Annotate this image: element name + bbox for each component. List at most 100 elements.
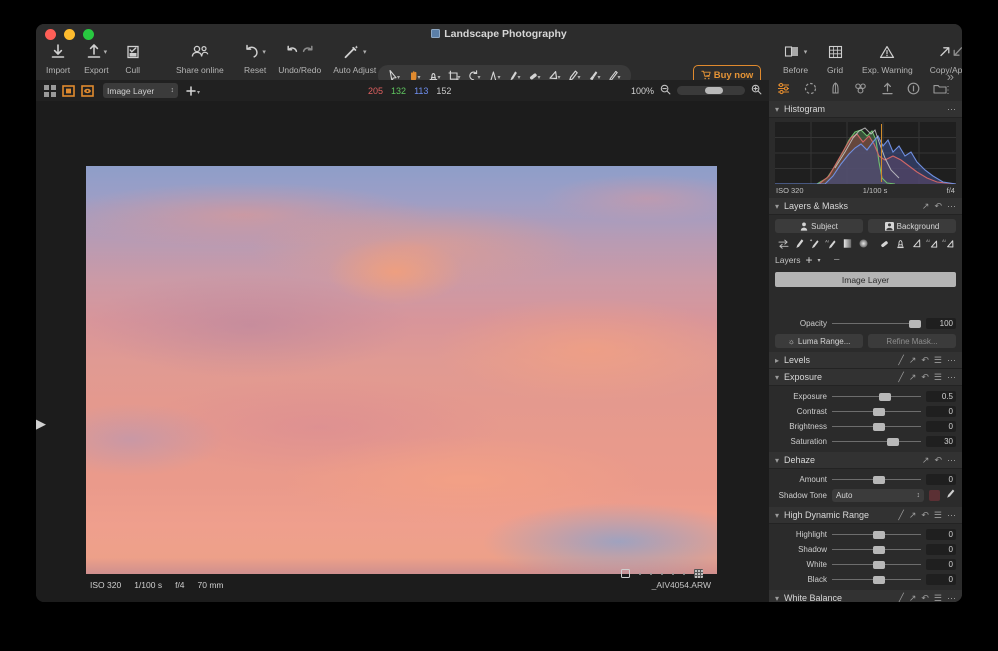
- export-chevron-down-icon[interactable]: ▾: [104, 48, 108, 56]
- section-header-exposure[interactable]: ▾ Exposure ╱ ↗ ↶ ☰ ⋯: [769, 369, 962, 386]
- reset-section-icon[interactable]: ↶: [934, 201, 942, 212]
- toolbar-before[interactable]: ▾ Before: [783, 41, 808, 75]
- more-menu-icon[interactable]: ⋯: [947, 372, 956, 383]
- expand-icon[interactable]: ↗: [922, 455, 930, 466]
- shadow-tone-color-swatch[interactable]: [929, 489, 940, 501]
- shadow-tone-stepper-icon[interactable]: ↕: [917, 492, 921, 499]
- more-menu-icon[interactable]: ⋯: [947, 104, 956, 115]
- slider-knob[interactable]: [872, 423, 885, 431]
- export-panel-icon[interactable]: [881, 82, 894, 100]
- opacity-slider[interactable]: [832, 319, 921, 328]
- slider-value[interactable]: 0: [926, 421, 956, 432]
- toolbar-export[interactable]: ▾ Export: [84, 41, 109, 75]
- presets-icon[interactable]: ☰: [934, 510, 942, 521]
- zoom-out-icon[interactable]: [660, 82, 671, 100]
- slider-knob[interactable]: [872, 561, 885, 569]
- section-header-layers-masks[interactable]: ▾ Layers & Masks ↗ ↶ ⋯: [769, 198, 962, 215]
- filmstrip-indicator[interactable]: [621, 569, 703, 578]
- grid-view-icon[interactable]: [44, 84, 56, 97]
- ai-luminosity-mask-icon[interactable]: AI: [924, 238, 940, 249]
- slider-knob[interactable]: [887, 438, 900, 446]
- more-menu-icon[interactable]: ⋯: [947, 455, 956, 466]
- contrast-slider[interactable]: [832, 407, 921, 416]
- eyedropper-icon[interactable]: ╱: [898, 510, 903, 521]
- toolbar-exp-warning[interactable]: Exp. Warning: [862, 41, 913, 75]
- brush-mask-icon[interactable]: [791, 238, 807, 249]
- slider-knob[interactable]: [872, 476, 885, 484]
- photo-preview[interactable]: [86, 166, 717, 574]
- layer-select-stepper-icon[interactable]: ↕: [171, 87, 175, 94]
- chevron-down-icon[interactable]: ▾: [775, 456, 784, 465]
- chevron-right-icon[interactable]: ▸: [775, 356, 784, 365]
- ai-brush-mask-icon[interactable]: [807, 238, 823, 249]
- background-mask-button[interactable]: Background: [868, 219, 956, 233]
- more-menu-icon[interactable]: ⋯: [947, 355, 956, 366]
- layer-list-item[interactable]: Image Layer: [775, 272, 956, 287]
- more-menu-icon[interactable]: ⋯: [947, 510, 956, 521]
- slider-knob[interactable]: [872, 531, 885, 539]
- toolbar-auto-adjust[interactable]: ▾ Auto Adjust: [333, 41, 376, 75]
- section-header-white-balance[interactable]: ▾ White Balance ╱ ↗ ↶ ☰ ⋯: [769, 590, 962, 602]
- opacity-value[interactable]: 100: [926, 318, 956, 329]
- chevron-down-icon[interactable]: ▾: [775, 594, 784, 603]
- expand-icon[interactable]: ↗: [909, 372, 917, 383]
- shadow-tone-select[interactable]: Auto ↕: [832, 488, 924, 502]
- auto-adjust-chevron-down-icon[interactable]: ▾: [363, 48, 367, 56]
- more-menu-icon[interactable]: ⋯: [947, 201, 956, 212]
- add-layer-icon[interactable]: ▾: [185, 85, 205, 97]
- ai-refine-mask-icon[interactable]: AI: [940, 238, 956, 249]
- slider-value[interactable]: 0: [926, 544, 956, 555]
- saturation-slider[interactable]: [832, 437, 921, 446]
- single-view-icon[interactable]: [621, 569, 630, 578]
- before-chevron-down-icon[interactable]: ▾: [804, 48, 808, 56]
- section-header-hdr[interactable]: ▾ High Dynamic Range ╱ ↗ ↶ ☰ ⋯: [769, 507, 962, 524]
- reset-section-icon[interactable]: ↶: [921, 510, 929, 521]
- expand-left-panel-button[interactable]: ▶: [36, 416, 46, 432]
- add-layer-icon[interactable]: +: [806, 254, 813, 266]
- slider-value[interactable]: 0.5: [926, 391, 956, 402]
- chevron-down-icon[interactable]: ▾: [775, 511, 784, 520]
- layer-select[interactable]: Image Layer ↕: [103, 83, 178, 98]
- toolbar-import[interactable]: Import: [46, 41, 70, 75]
- clone-stamp-icon[interactable]: [892, 238, 908, 249]
- section-header-levels[interactable]: ▸ Levels ╱ ↗ ↶ ☰ ⋯: [769, 352, 962, 369]
- reset-section-icon[interactable]: ↶: [934, 455, 942, 466]
- reset-section-icon[interactable]: ↶: [921, 355, 929, 366]
- slider-knob[interactable]: [872, 576, 885, 584]
- expand-icon[interactable]: ↗: [909, 593, 917, 603]
- slider-value[interactable]: 30: [926, 436, 956, 447]
- toolbar-undo-redo[interactable]: Undo/Redo: [278, 41, 321, 75]
- exposure-slider[interactable]: [832, 392, 921, 401]
- slider-knob[interactable]: [872, 408, 885, 416]
- eraser-mask-icon[interactable]: [876, 238, 892, 249]
- brightness-slider[interactable]: [832, 422, 921, 431]
- slider-value[interactable]: 0: [926, 529, 956, 540]
- reset-section-icon[interactable]: ↶: [921, 593, 929, 603]
- chevron-down-icon[interactable]: ▾: [775, 202, 784, 211]
- more-menu-icon[interactable]: ⋯: [947, 593, 956, 603]
- slider-value[interactable]: 0: [926, 559, 956, 570]
- dehaze-amount-slider[interactable]: [832, 475, 921, 484]
- linear-gradient-mask-icon[interactable]: [839, 238, 855, 249]
- section-header-dehaze[interactable]: ▾ Dehaze ↗ ↶ ⋯: [769, 452, 962, 469]
- slider-value[interactable]: 0: [926, 574, 956, 585]
- toolbar-reset[interactable]: ▾ Reset: [244, 41, 266, 75]
- reset-section-icon[interactable]: ↶: [921, 372, 929, 383]
- slider-value[interactable]: 0: [926, 474, 956, 485]
- black-slider[interactable]: [832, 575, 921, 584]
- expand-icon[interactable]: ↗: [909, 355, 917, 366]
- white-slider[interactable]: [832, 560, 921, 569]
- toolbar-grid[interactable]: Grid: [825, 41, 845, 75]
- zoom-slider[interactable]: [677, 86, 746, 95]
- reset-chevron-down-icon[interactable]: ▾: [262, 48, 266, 56]
- color-icon[interactable]: [854, 82, 868, 100]
- eyedropper-icon[interactable]: ╱: [898, 355, 903, 366]
- zoom-in-icon[interactable]: [751, 82, 762, 100]
- luminosity-mask-icon[interactable]: [908, 238, 924, 249]
- slider-value[interactable]: 0: [926, 406, 956, 417]
- toolbar-cull[interactable]: Cull: [123, 41, 143, 75]
- adjustments-icon[interactable]: [777, 82, 791, 100]
- opacity-slider-knob[interactable]: [909, 320, 921, 328]
- expand-icon[interactable]: ↗: [922, 201, 930, 212]
- shadow-slider[interactable]: [832, 545, 921, 554]
